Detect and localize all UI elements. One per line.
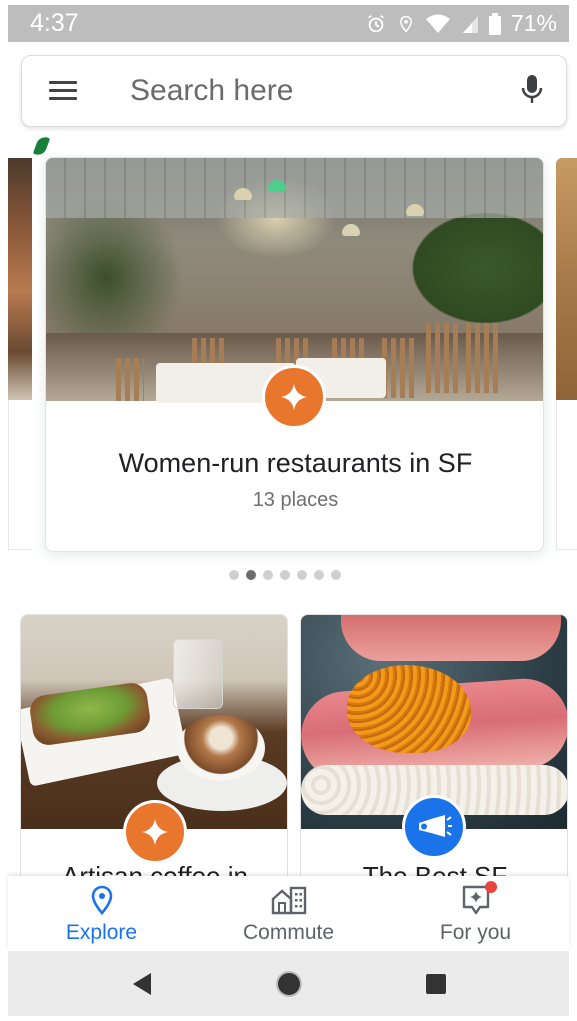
nav-explore-label: Explore	[65, 921, 138, 944]
carousel-pagination	[229, 570, 341, 580]
status-time: 4:37	[30, 9, 79, 37]
notification-dot	[484, 880, 497, 893]
next-list-card[interactable]	[556, 158, 577, 550]
pagination-dot	[314, 570, 324, 580]
pagination-dot	[297, 570, 307, 580]
microphone-icon[interactable]	[520, 73, 544, 110]
search-input[interactable]: Search here	[130, 74, 520, 108]
sparkle-icon	[123, 800, 187, 864]
nav-commute[interactable]: Commute	[195, 876, 382, 951]
megaphone-icon	[402, 795, 466, 859]
pagination-dot	[246, 570, 256, 580]
wifi-icon	[425, 14, 451, 34]
search-bar[interactable]: Search here	[21, 55, 567, 127]
list-place-count: 13 places	[252, 489, 339, 511]
hamburger-menu-icon[interactable]	[49, 81, 77, 101]
pagination-dot	[263, 570, 273, 580]
for-you-sparkle-icon	[461, 880, 497, 921]
location-status-icon	[397, 13, 415, 35]
location-pin-icon	[90, 885, 114, 920]
pagination-dot	[229, 570, 239, 580]
battery-percent: 71%	[510, 10, 557, 36]
nav-explore[interactable]: Explore	[8, 876, 195, 951]
recents-icon[interactable]	[414, 962, 458, 1006]
featured-list-card[interactable]: Women-run restaurants in SF 13 places	[45, 157, 544, 552]
pagination-dot	[280, 570, 290, 580]
sparkle-icon	[262, 365, 326, 429]
nav-for-you-label: For you	[439, 921, 512, 944]
signal-icon	[461, 14, 479, 34]
coffee-photo	[21, 615, 287, 829]
commute-buildings-icon	[270, 885, 308, 920]
pagination-dot	[331, 570, 341, 580]
battery-icon	[488, 12, 501, 35]
maps-explore-screen: 4:37 71% Search here Women-run restauran…	[0, 0, 577, 1021]
status-bar: 4:37 71%	[8, 5, 569, 42]
nav-for-you[interactable]: For you	[382, 876, 569, 951]
nav-commute-label: Commute	[242, 921, 335, 944]
list-title: Women-run restaurants in SF	[118, 448, 473, 478]
status-icons: 71%	[365, 10, 557, 37]
alarm-icon	[365, 13, 387, 35]
home-icon[interactable]	[267, 962, 311, 1006]
system-navigation-bar	[8, 951, 569, 1016]
back-icon[interactable]	[120, 962, 164, 1006]
previous-list-card[interactable]	[8, 158, 32, 691]
bottom-navigation: Explore Commute For you	[8, 876, 569, 951]
